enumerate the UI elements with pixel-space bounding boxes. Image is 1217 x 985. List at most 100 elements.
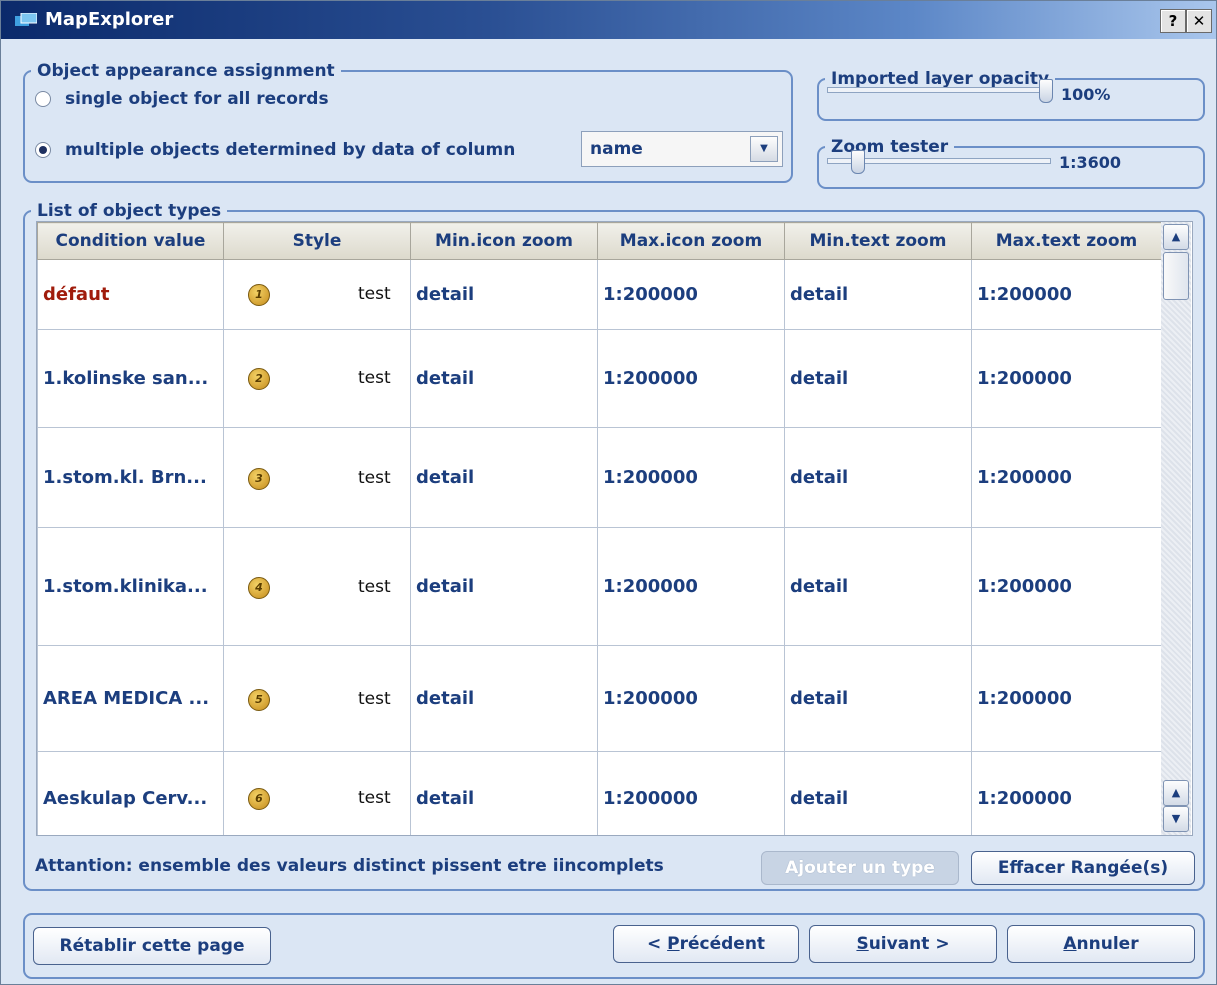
table-row[interactable]: Aeskulap Cerv... 6 test detail 1:200000 … [37, 751, 1162, 835]
column-header-style[interactable]: Style [223, 222, 411, 260]
min-icon-zoom-cell[interactable]: detail [410, 259, 598, 330]
object-types-legend: List of object types [37, 201, 222, 221]
column-header-max-text-zoom[interactable]: Max.text zoom [971, 222, 1162, 260]
scrollbar-thumb[interactable] [1163, 252, 1189, 300]
min-text-zoom-cell[interactable]: detail [784, 259, 972, 330]
max-icon-zoom-cell[interactable]: 1:200000 [597, 259, 785, 330]
object-types-table: Condition value Style Min.icon zoom Max.… [37, 222, 1162, 835]
opacity-slider-thumb[interactable] [1039, 79, 1053, 103]
next-accelerator: S [856, 934, 869, 954]
min-icon-zoom-cell[interactable]: detail [410, 645, 598, 752]
object-types-grid: Condition value Style Min.icon zoom Max.… [36, 221, 1193, 836]
appearance-legend: Object appearance assignment [37, 61, 335, 81]
condition-cell[interactable]: défaut [37, 259, 224, 330]
single-object-radio[interactable] [35, 91, 51, 107]
scroll-up-icon[interactable]: ▲ [1163, 224, 1189, 250]
min-icon-zoom-cell[interactable]: detail [410, 751, 598, 835]
title-bar[interactable]: MapExplorer ? ✕ [1, 1, 1216, 39]
style-cell[interactable]: 4 test [223, 527, 411, 646]
max-icon-zoom-cell[interactable]: 1:200000 [597, 645, 785, 752]
max-text-zoom-cell[interactable]: 1:200000 [971, 751, 1162, 835]
add-type-button[interactable]: Ajouter un type [761, 851, 959, 885]
column-header-condition[interactable]: Condition value [37, 222, 224, 260]
min-text-zoom-cell[interactable]: detail [784, 427, 972, 528]
style-badge-icon: 6 [248, 788, 270, 810]
min-text-zoom-cell[interactable]: detail [784, 527, 972, 646]
style-cell[interactable]: 2 test [223, 329, 411, 428]
table-row[interactable]: 1.stom.klinika... 4 test detail 1:200000… [37, 527, 1162, 646]
column-select[interactable]: name ▼ [581, 131, 783, 167]
max-text-zoom-cell[interactable]: 1:200000 [971, 527, 1162, 646]
table-row[interactable]: défaut 1 test detail 1:200000 detail 1:2… [37, 259, 1162, 330]
max-icon-zoom-cell[interactable]: 1:200000 [597, 329, 785, 428]
previous-prefix: < [646, 934, 668, 954]
condition-cell[interactable]: AREA MEDICA ... [37, 645, 224, 752]
style-label: test [358, 689, 391, 709]
opacity-legend: Imported layer opacity [831, 69, 1050, 89]
style-label: test [358, 368, 391, 388]
previous-accelerator: P [667, 934, 680, 954]
min-text-zoom-cell[interactable]: detail [784, 329, 972, 428]
max-icon-zoom-cell[interactable]: 1:200000 [597, 751, 785, 835]
zoom-value: 1:3600 [1059, 153, 1122, 172]
max-text-zoom-cell[interactable]: 1:200000 [971, 427, 1162, 528]
cancel-accelerator: A [1063, 934, 1077, 954]
min-text-zoom-cell[interactable]: detail [784, 751, 972, 835]
opacity-group: Imported layer opacity [817, 69, 1205, 121]
style-cell[interactable]: 5 test [223, 645, 411, 752]
single-object-option[interactable]: single object for all records [35, 89, 329, 109]
chevron-down-icon[interactable]: ▼ [750, 136, 778, 162]
help-button[interactable]: ? [1160, 9, 1186, 33]
max-text-zoom-cell[interactable]: 1:200000 [971, 329, 1162, 428]
single-object-label: single object for all records [65, 89, 329, 109]
delete-rows-button[interactable]: Effacer Rangée(s) [971, 851, 1195, 885]
style-cell[interactable]: 1 test [223, 259, 411, 330]
column-header-min-text-zoom[interactable]: Min.text zoom [784, 222, 972, 260]
vertical-scrollbar[interactable]: ▲ ▲ ▼ [1161, 222, 1191, 835]
column-select-value: name [590, 139, 643, 159]
max-icon-zoom-cell[interactable]: 1:200000 [597, 427, 785, 528]
table-header-row: Condition value Style Min.icon zoom Max.… [37, 222, 1162, 260]
style-badge-icon: 5 [248, 689, 270, 711]
condition-cell[interactable]: 1.kolinske san... [37, 329, 224, 428]
column-header-max-icon-zoom[interactable]: Max.icon zoom [597, 222, 785, 260]
style-cell[interactable]: 6 test [223, 751, 411, 835]
style-badge-icon: 3 [248, 468, 270, 490]
max-icon-zoom-cell[interactable]: 1:200000 [597, 527, 785, 646]
min-icon-zoom-cell[interactable]: detail [410, 427, 598, 528]
table-row[interactable]: 1.kolinske san... 2 test detail 1:200000… [37, 329, 1162, 428]
style-label: test [358, 788, 391, 808]
zoom-slider-thumb[interactable] [851, 150, 865, 174]
scroll-down-icon[interactable]: ▼ [1163, 806, 1189, 832]
condition-cell[interactable]: Aeskulap Cerv... [37, 751, 224, 835]
min-icon-zoom-cell[interactable]: detail [410, 329, 598, 428]
style-label: test [358, 284, 391, 304]
table-row[interactable]: 1.stom.kl. Brn... 3 test detail 1:200000… [37, 427, 1162, 528]
multiple-objects-label: multiple objects determined by data of c… [65, 140, 516, 160]
style-badge-icon: 2 [248, 368, 270, 390]
opacity-slider-track[interactable] [827, 87, 1041, 93]
condition-cell[interactable]: 1.stom.klinika... [37, 527, 224, 646]
max-text-zoom-cell[interactable]: 1:200000 [971, 645, 1162, 752]
scroll-up-icon[interactable]: ▲ [1163, 780, 1189, 806]
multiple-objects-option[interactable]: multiple objects determined by data of c… [35, 140, 515, 160]
min-icon-zoom-cell[interactable]: detail [410, 527, 598, 646]
cancel-button[interactable]: Annuler [1007, 925, 1195, 963]
style-cell[interactable]: 3 test [223, 427, 411, 528]
style-label: test [358, 468, 391, 488]
next-button[interactable]: Suivant > [809, 925, 997, 963]
reset-page-button[interactable]: Rétablir cette page [33, 927, 271, 965]
cancel-label: nnuler [1076, 934, 1139, 954]
opacity-value: 100% [1061, 85, 1111, 104]
column-header-min-icon-zoom[interactable]: Min.icon zoom [410, 222, 598, 260]
close-button[interactable]: ✕ [1186, 9, 1212, 33]
condition-cell[interactable]: 1.stom.kl. Brn... [37, 427, 224, 528]
multiple-objects-radio[interactable] [35, 142, 51, 158]
previous-button[interactable]: < Précédent [613, 925, 799, 963]
table-row[interactable]: AREA MEDICA ... 5 test detail 1:200000 d… [37, 645, 1162, 752]
previous-label: récédent [679, 934, 766, 954]
min-text-zoom-cell[interactable]: detail [784, 645, 972, 752]
style-badge-icon: 1 [248, 284, 270, 306]
next-label: uivant > [868, 934, 950, 954]
max-text-zoom-cell[interactable]: 1:200000 [971, 259, 1162, 330]
